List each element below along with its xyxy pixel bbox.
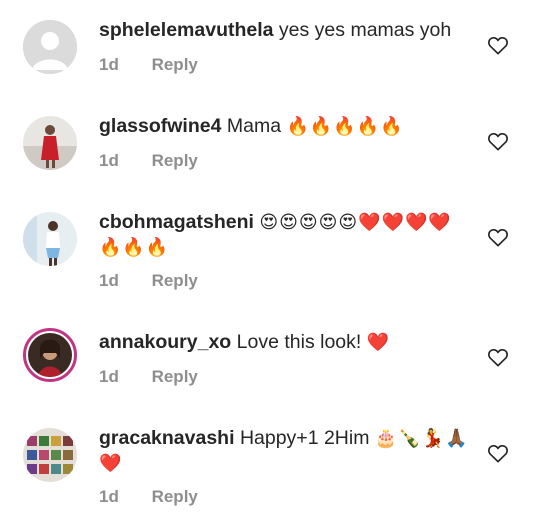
comment-body: yes yes mamas yoh [278,19,452,41]
comment-meta: 1d Reply [99,55,226,75]
reply-link[interactable]: Reply [152,55,198,74]
avatar[interactable] [23,116,77,170]
username[interactable]: annakoury_xo [99,331,231,353]
heart-outline-icon[interactable] [487,131,509,151]
comment-text: sphelelemavuthela yes yes mamas yoh [99,18,479,43]
comment-meta: 1d Reply [99,367,226,387]
avatar[interactable] [23,428,77,482]
avatar-image [23,428,77,482]
comment-meta: 1d Reply [99,271,226,291]
emoji-text: 🔥🔥🔥🔥🔥 [286,116,404,137]
timestamp: 1d [99,487,119,506]
reply-link[interactable]: Reply [152,271,198,290]
timestamp: 1d [99,151,119,170]
username[interactable]: sphelelemavuthela [99,19,274,41]
username[interactable]: glassofwine4 [99,115,221,137]
heart-outline-icon[interactable] [487,35,509,55]
reply-link[interactable]: Reply [152,487,198,506]
reply-link[interactable]: Reply [152,151,198,170]
avatar[interactable] [23,212,77,266]
comment-meta: 1d Reply [99,151,226,171]
comment-text: annakoury_xo Love this look! ❤️ [99,330,479,355]
emoji-text: ❤️ [366,332,391,353]
comment-body: Love this look! [236,331,362,353]
timestamp: 1d [99,55,119,74]
username[interactable]: gracaknavashi [99,427,235,449]
username[interactable]: cbohmagatsheni [99,211,254,233]
avatar[interactable] [23,20,77,74]
heart-outline-icon[interactable] [487,347,509,367]
comment-text: glassofwine4 Mama 🔥🔥🔥🔥🔥 [99,114,479,139]
reply-link[interactable]: Reply [152,367,198,386]
default-avatar-icon [23,20,77,74]
timestamp: 1d [99,367,119,386]
timestamp: 1d [99,271,119,290]
comment-body: Happy+1 2Him [239,427,370,449]
heart-outline-icon[interactable] [487,443,509,463]
comment-text: gracaknavashi Happy+1 2Him 🎂🍾💃🙏🏾❤️ [99,426,474,476]
heart-outline-icon[interactable] [487,227,509,247]
avatar-image [23,116,77,170]
avatar[interactable] [23,328,77,382]
avatar-image [28,333,72,377]
comment-meta: 1d Reply [99,487,226,507]
avatar-image [23,212,77,266]
comment-body: Mama [226,115,282,137]
comment-text: cbohmagatsheni 😍😍😍😍😍❤️❤️❤️❤️🔥🔥🔥 [99,210,474,260]
